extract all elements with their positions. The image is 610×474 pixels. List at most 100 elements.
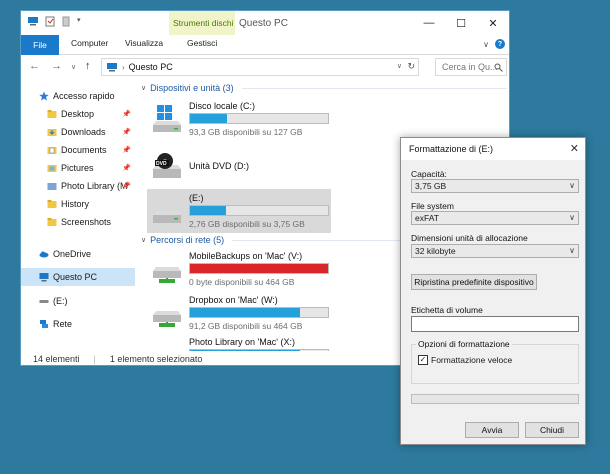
group-header-devices[interactable]: ∨ Dispositivi e unità (3) [141, 83, 507, 93]
capacity-select[interactable]: 3,75 GB ∨ [411, 179, 579, 193]
drive-item-c[interactable]: Disco locale (C:) 93,3 GB disponibili su… [147, 97, 331, 141]
navigation-pane: Accesso rapido Desktop 📌 Downloads 📌 Doc… [21, 79, 135, 351]
file-system-value: exFAT [415, 213, 439, 223]
capacity-bar [189, 113, 329, 124]
folder-icon [47, 183, 57, 190]
capacity-value: 3,75 GB [415, 181, 447, 191]
format-options-legend: Opzioni di formattazione [416, 339, 512, 349]
pin-icon[interactable]: 📌 [122, 146, 131, 154]
drive-name: MobileBackups on 'Mac' (V:) [189, 251, 303, 261]
capacity-label: Capacità: [411, 169, 447, 179]
capacity-fill [190, 264, 328, 273]
computer-icon [39, 273, 49, 282]
pin-icon[interactable]: 📌 [122, 164, 131, 172]
chevron-down-icon: ∨ [569, 246, 575, 255]
close-button[interactable]: ✕ [477, 11, 509, 35]
drive-name: Photo Library on 'Mac' (X:) [189, 337, 295, 347]
pin-icon[interactable]: 📌 [122, 182, 131, 190]
up-button[interactable]: ↑ [85, 60, 91, 72]
tab-gestisci[interactable]: Gestisci [187, 38, 217, 48]
capacity-fill [190, 308, 301, 317]
qat-customize-icon[interactable]: ▾ [77, 16, 83, 27]
quick-format-label: Formattazione veloce [431, 355, 513, 365]
capacity-bar [189, 307, 329, 318]
capacity-fill [190, 114, 228, 123]
nav-item-history[interactable]: History [21, 195, 135, 213]
nav-item-screenshots[interactable]: Screenshots [21, 213, 135, 231]
help-icon[interactable]: ? [495, 39, 505, 49]
item-count: 14 elementi [33, 354, 80, 364]
tab-file[interactable]: File [21, 35, 59, 55]
chevron-down-icon: ∨ [141, 85, 147, 92]
close-dialog-button[interactable]: Chiudi [525, 422, 579, 438]
download-folder-icon [47, 129, 57, 136]
volume-label-input[interactable] [411, 316, 579, 332]
network-drive-icon [151, 339, 183, 351]
capacity-fill [190, 206, 226, 215]
drive-item-x[interactable]: Photo Library on 'Mac' (X:) [147, 333, 331, 351]
minimize-button[interactable]: — [413, 11, 445, 35]
file-system-label: File system [411, 201, 454, 211]
nav-label: OneDrive [53, 249, 92, 259]
documents-folder-icon [47, 147, 57, 154]
drive-item-d[interactable]: DVD Unità DVD (D:) [147, 145, 331, 189]
allocation-size-label: Dimensioni unità di allocazione [411, 233, 528, 243]
tab-visualizza[interactable]: Visualizza [125, 38, 163, 48]
nav-item-onedrive[interactable]: OneDrive [21, 245, 135, 263]
address-dropdown-icon[interactable]: ∨ [397, 62, 402, 70]
nav-item-accesso-rapido[interactable]: Accesso rapido [21, 87, 135, 105]
network-icon [40, 320, 48, 328]
ribbon-expand-icon[interactable]: ∨ [483, 40, 489, 49]
tab-computer[interactable]: Computer [71, 38, 108, 48]
nav-item-documents[interactable]: Documents 📌 [21, 141, 135, 159]
chevron-down-icon: ∨ [569, 181, 575, 190]
forward-button[interactable]: → [51, 60, 62, 72]
drive-capacity-text: 91,2 GB disponibili su 464 GB [189, 321, 303, 331]
nav-item-questo-pc[interactable]: Questo PC [21, 268, 135, 286]
nav-item-e-drive[interactable]: (E:) [21, 292, 135, 310]
allocation-size-select[interactable]: 32 kilobyte ∨ [411, 244, 579, 258]
nav-item-pictures[interactable]: Pictures 📌 [21, 159, 135, 177]
drive-item-e[interactable]: (E:) 2,76 GB disponibili su 3,75 GB [147, 189, 331, 233]
restore-defaults-button[interactable]: Ripristina predefinite dispositivo [411, 274, 537, 290]
chevron-down-icon: ∨ [569, 213, 575, 222]
nav-label: History [61, 199, 90, 209]
drive-item-v[interactable]: MobileBackups on 'Mac' (V:) 0 byte dispo… [147, 247, 331, 291]
capacity-bar [189, 205, 329, 216]
address-path: Questo PC [128, 62, 173, 72]
nav-label: Photo Library (M [61, 181, 128, 191]
nav-item-rete[interactable]: Rete [21, 315, 135, 333]
start-button[interactable]: Avvia [465, 422, 519, 438]
format-progress-bar [411, 394, 579, 404]
search-placeholder: Cerca in Qu... [442, 62, 498, 72]
nav-item-desktop[interactable]: Desktop 📌 [21, 105, 135, 123]
dialog-title: Formattazione di (E:) [409, 144, 494, 154]
pin-icon[interactable]: 📌 [122, 110, 131, 118]
pin-icon[interactable]: 📌 [122, 128, 131, 136]
nav-item-downloads[interactable]: Downloads 📌 [21, 123, 135, 141]
capacity-bar [189, 263, 329, 274]
refresh-icon[interactable]: ↻ [407, 61, 415, 72]
file-system-select[interactable]: exFAT ∨ [411, 211, 579, 225]
breadcrumb-separator-icon: › [122, 62, 125, 72]
maximize-button[interactable]: ☐ [445, 11, 477, 35]
dialog-close-icon[interactable]: ✕ [570, 142, 579, 155]
folder-icon [47, 200, 57, 208]
nav-item-photo-library[interactable]: Photo Library (M 📌 [21, 177, 135, 195]
computer-icon [107, 63, 117, 72]
new-folder-icon[interactable] [61, 16, 71, 27]
search-input[interactable]: Cerca in Qu... [435, 58, 507, 76]
windows-drive-icon [153, 105, 181, 132]
back-button[interactable]: ← [29, 60, 40, 72]
drive-item-w[interactable]: Dropbox on 'Mac' (W:) 91,2 GB disponibil… [147, 291, 331, 335]
address-bar[interactable]: › Questo PC ∨ ↻ [101, 58, 419, 76]
ribbon-tabs: File Computer Visualizza Gestisci ∨ ? [21, 35, 509, 55]
title-bar: ▾ Strumenti dischi Questo PC — ☐ ✕ [21, 11, 509, 46]
quick-format-checkbox[interactable]: ✓ Formattazione veloce [418, 355, 512, 365]
recent-locations-button[interactable]: ∨ [71, 63, 76, 71]
volume-label-label: Etichetta di volume [411, 305, 483, 315]
nav-label: Rete [53, 319, 73, 329]
pictures-folder-icon [47, 165, 57, 172]
properties-icon[interactable] [45, 16, 55, 27]
network-drive-icon [153, 267, 181, 283]
